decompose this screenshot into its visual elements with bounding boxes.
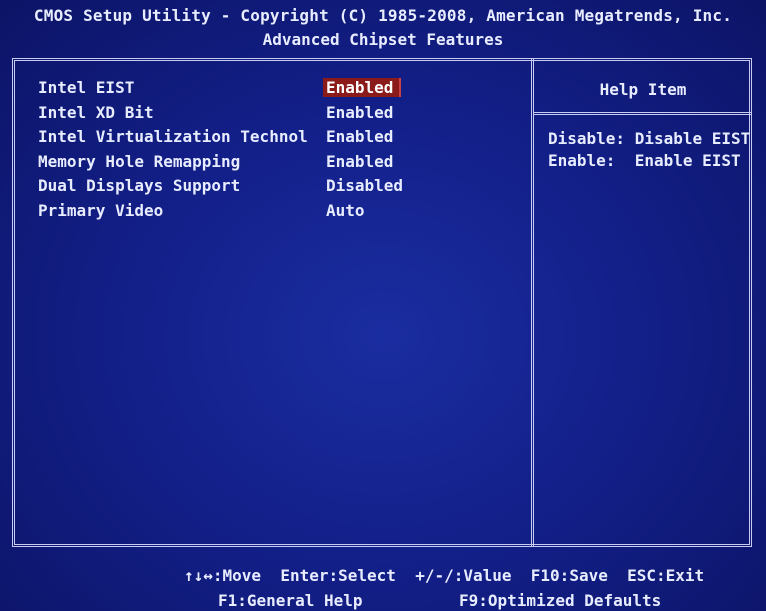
setting-row-dual-displays[interactable]: Dual Displays Support Disabled: [38, 176, 518, 201]
setting-value[interactable]: Enabled: [323, 127, 396, 146]
setting-row-primary-video[interactable]: Primary Video Auto: [38, 201, 518, 226]
help-divider: [534, 112, 752, 115]
setting-label: Intel EIST: [38, 78, 135, 97]
setting-row-intel-eist[interactable]: Intel EIST Enabled: [38, 78, 518, 103]
page-title: Advanced Chipset Features: [262, 30, 504, 49]
key-legend: ↑↓↔:Move Enter:Select +/-/:Value F10:Sav…: [0, 560, 766, 611]
setting-label: Intel XD Bit: [38, 102, 154, 122]
bios-screen: CMOS Setup Utility - Copyright (C) 1985-…: [0, 0, 766, 611]
setting-label: Dual Displays Support: [38, 176, 241, 195]
help-title: Help Item: [599, 80, 687, 99]
setting-row-intel-xd-bit[interactable]: Intel XD Bit Enabled: [38, 103, 518, 128]
setting-label: Memory Hole Remapping: [38, 151, 241, 171]
panel-divider: [531, 58, 534, 547]
settings-list: Intel EIST Enabled Intel XD Bit Enabled …: [38, 78, 518, 225]
general-help-hint: F1:General Help: [218, 591, 363, 610]
setting-row-intel-virtualization[interactable]: Intel Virtualization Technol Enabled: [38, 127, 518, 152]
utility-title: CMOS Setup Utility - Copyright (C) 1985-…: [33, 6, 733, 25]
help-panel: Disable: Disable EIST Enable: Enable EIS…: [548, 128, 750, 172]
help-line: Enable: Enable EIST: [548, 151, 741, 170]
setting-value[interactable]: Enabled: [323, 152, 396, 171]
setting-value-selected[interactable]: Enabled: [323, 78, 402, 97]
setting-value[interactable]: Disabled: [323, 176, 406, 195]
key-legend-line-1: ↑↓↔:Move Enter:Select +/-/:Value F10:Sav…: [184, 566, 705, 585]
setting-label: Intel Virtualization Technol: [38, 127, 308, 146]
setting-label: Primary Video: [38, 200, 164, 220]
setting-row-memory-hole-remapping[interactable]: Memory Hole Remapping Enabled: [38, 152, 518, 177]
setting-value[interactable]: Enabled: [323, 103, 396, 122]
header: CMOS Setup Utility - Copyright (C) 1985-…: [0, 0, 766, 58]
setting-value[interactable]: Auto: [323, 201, 368, 220]
optimized-defaults-hint: F9:Optimized Defaults: [459, 591, 662, 610]
help-line: Disable: Disable EIST: [548, 129, 751, 148]
